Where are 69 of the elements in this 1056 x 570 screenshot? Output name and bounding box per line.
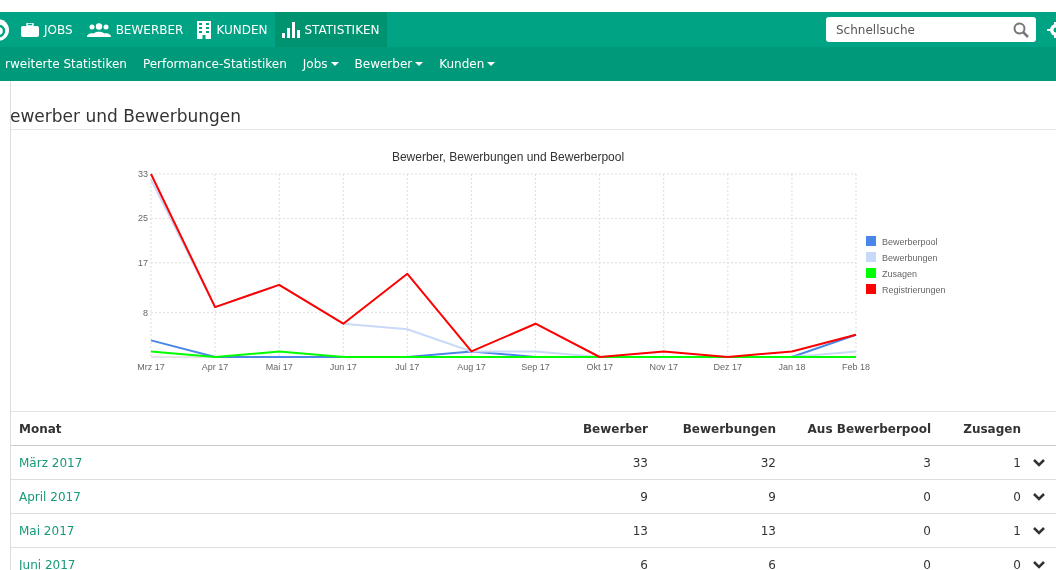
x-axis-label: Okt 17 [586,362,613,372]
x-axis-label: Feb 18 [842,362,870,372]
x-axis-label: Jun 17 [329,362,357,372]
table-cell-text: 0 [922,489,931,504]
x-axis-label: Sep 17 [521,362,550,372]
legend-label: Bewerberpool [882,237,938,247]
section-heading: ewerber und Bewerbungen [10,81,1056,130]
chevron-down-icon[interactable] [1032,458,1045,467]
dropdown-menu-link[interactable]: Bewerber [346,57,432,71]
search-field[interactable]: Schnellsuche [826,17,1036,42]
table-cell-text: 0 [922,523,931,538]
table-cell-text: 0 [1012,489,1021,504]
table-cell-text: 6 [767,557,776,570]
chevron-down-icon[interactable] [1032,526,1045,535]
legend-label: Bewerbungen [882,253,938,263]
x-axis-label: Mai 17 [265,362,293,372]
search-icon[interactable] [1013,22,1029,38]
briefcase-icon [21,22,39,37]
column-header: Bewerber [581,421,648,436]
column-header: Aus Bewerberpool [806,421,931,436]
month-link[interactable]: Mai 2017 [19,523,75,538]
table-cell-text: 13 [631,523,648,538]
x-axis-label: Jan 18 [778,362,806,372]
legend-label: Zusagen [882,269,918,279]
chevron-down-icon[interactable] [1032,560,1045,569]
column-header: Bewerbungen [681,421,776,436]
table-cell-text: 1 [1012,523,1021,538]
table-cell-text: 9 [767,489,776,504]
x-axis-label: Nov 17 [649,362,678,372]
building-icon [197,20,212,39]
x-axis-label: Mrz 17 [137,362,165,372]
table-cell-text: 32 [759,455,776,470]
table-cell-text: 9 [639,489,648,504]
x-axis-label: Dez 17 [713,362,743,372]
table-cell-text: 6 [639,557,648,570]
nav-tab[interactable]: KUNDEN [190,12,275,47]
y-axis-label: 33 [138,169,148,179]
nav-tab[interactable]: JOBS [14,12,80,47]
table-cell-text: 33 [631,455,648,470]
month-link[interactable]: März 2017 [19,455,83,470]
dropdown-menu-link[interactable]: Jobs [294,57,347,71]
bar-chart-icon [281,21,300,38]
month-link[interactable]: April 2017 [19,489,81,504]
table-cell-text: 1 [1012,455,1021,470]
table-cell-text: 3 [922,455,931,470]
y-axis-label: 25 [138,213,148,224]
table-cell-text: 0 [922,557,931,570]
caret-icon [487,62,496,66]
column-header: Monat [19,421,63,436]
x-axis-label: Aug 17 [457,362,486,372]
chart-title: Bewerber, Bewerbungen und Bewerberpool [391,150,625,164]
nav-tab[interactable]: BEWERBER [79,12,191,47]
caret-icon [330,62,339,66]
caret-icon [415,62,424,66]
dropdown-menu-link[interactable]: Kunden [431,57,504,71]
column-header: Zusagen [962,421,1021,436]
legend-label: Registrierungen [882,285,946,295]
y-axis-label: 8 [143,307,148,318]
chevron-down-icon[interactable] [1032,492,1045,501]
y-axis-label: 17 [138,257,148,268]
nav-link[interactable]: Performance-Statistiken [134,57,295,71]
table-cell-text: 13 [759,523,776,538]
month-link[interactable]: Juni 2017 [19,557,76,570]
nav-link[interactable]: rweiterte Statistiken [0,57,135,71]
nav-tab[interactable]: STATISTIKEN [274,12,387,47]
x-axis-label: Apr 17 [201,362,229,372]
x-axis-label: Jul 17 [395,362,420,372]
table-cell-text: 0 [1012,557,1021,570]
users-icon [86,22,111,37]
